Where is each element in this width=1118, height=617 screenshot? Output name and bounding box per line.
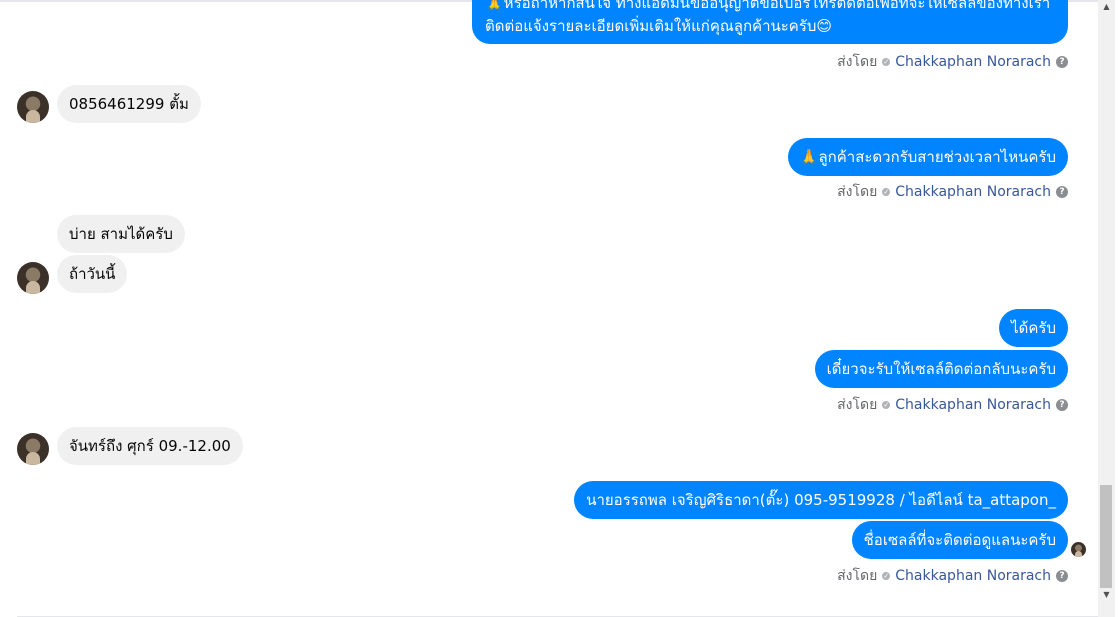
sender-name[interactable]: Chakkaphan Norarach [895, 54, 1051, 70]
message-bubble-incoming[interactable]: 0856461299 ตั้ม [57, 85, 201, 123]
check-icon: ✓ [882, 188, 891, 196]
message-bubble-outgoing[interactable]: 🙏ลูกค้าสะดวกรับสายช่วงเวลาไหนครับ [787, 138, 1068, 176]
help-icon[interactable]: ? [1056, 570, 1068, 582]
help-icon[interactable]: ? [1056, 399, 1068, 411]
sent-by-prefix: ส่งโดย [837, 397, 878, 413]
sent-by-label: ส่งโดย ✓ Chakkaphan Norarach ? [837, 394, 1068, 416]
seen-avatar [1071, 542, 1086, 557]
message-text: 🙏หรือถ้าหากสนใจ ทางแอดมินขออนุญาตขอเบอร์… [485, 0, 1051, 12]
check-icon: ✓ [882, 401, 891, 409]
message-bubble-outgoing[interactable]: 🙏หรือถ้าหากสนใจ ทางแอดมินขออนุญาตขอเบอร์… [472, 0, 1068, 44]
sent-by-label: ส่งโดย ✓ Chakkaphan Norarach ? [837, 181, 1068, 203]
sent-by-prefix: ส่งโดย [837, 568, 878, 584]
message-bubble-incoming[interactable]: จันทร์ถึง ศุกร์ 09.-12.00 [57, 427, 243, 465]
message-bubble-outgoing[interactable]: นายอรรถพล เจริญศิริธาดา(ตั๊ะ) 095-951992… [574, 481, 1068, 519]
sent-by-prefix: ส่งโดย [837, 184, 878, 200]
sent-by-label: ส่งโดย ✓ Chakkaphan Norarach ? [837, 565, 1068, 587]
avatar[interactable] [17, 433, 49, 465]
help-icon[interactable]: ? [1056, 186, 1068, 198]
message-bubble-outgoing[interactable]: ได้ครับ [999, 309, 1068, 347]
sender-name[interactable]: Chakkaphan Norarach [895, 568, 1051, 584]
message-bubble-incoming[interactable]: บ่าย สามได้ครับ [57, 215, 185, 253]
check-icon: ✓ [882, 572, 891, 580]
scroll-up-arrow-icon[interactable]: ▲ [1098, 0, 1115, 14]
avatar[interactable] [17, 262, 49, 294]
sender-name[interactable]: Chakkaphan Norarach [895, 184, 1051, 200]
message-text: ติดต่อแจ้งรายละเอียดเพิ่มเติมให้แก่คุณลู… [485, 17, 833, 35]
message-bubble-incoming[interactable]: ถ้าวันนี้ [57, 255, 128, 293]
vertical-scrollbar[interactable]: ▲ ▼ [1098, 0, 1115, 617]
help-icon[interactable]: ? [1056, 56, 1068, 68]
message-bubble-outgoing[interactable]: เดี๋ยวจะรับให้เซลล์ติดต่อกลับนะครับ [814, 350, 1068, 388]
sent-by-label: ส่งโดย ✓ Chakkaphan Norarach ? [837, 51, 1068, 73]
sender-name[interactable]: Chakkaphan Norarach [895, 397, 1051, 413]
scroll-down-arrow-icon[interactable]: ▼ [1098, 588, 1115, 602]
check-icon: ✓ [882, 58, 891, 66]
avatar[interactable] [17, 91, 49, 123]
sent-by-prefix: ส่งโดย [837, 54, 878, 70]
scrollbar-thumb[interactable] [1100, 485, 1112, 588]
message-bubble-outgoing[interactable]: ชื่อเซลล์ที่จะติดต่อดูแลนะครับ [851, 521, 1068, 559]
